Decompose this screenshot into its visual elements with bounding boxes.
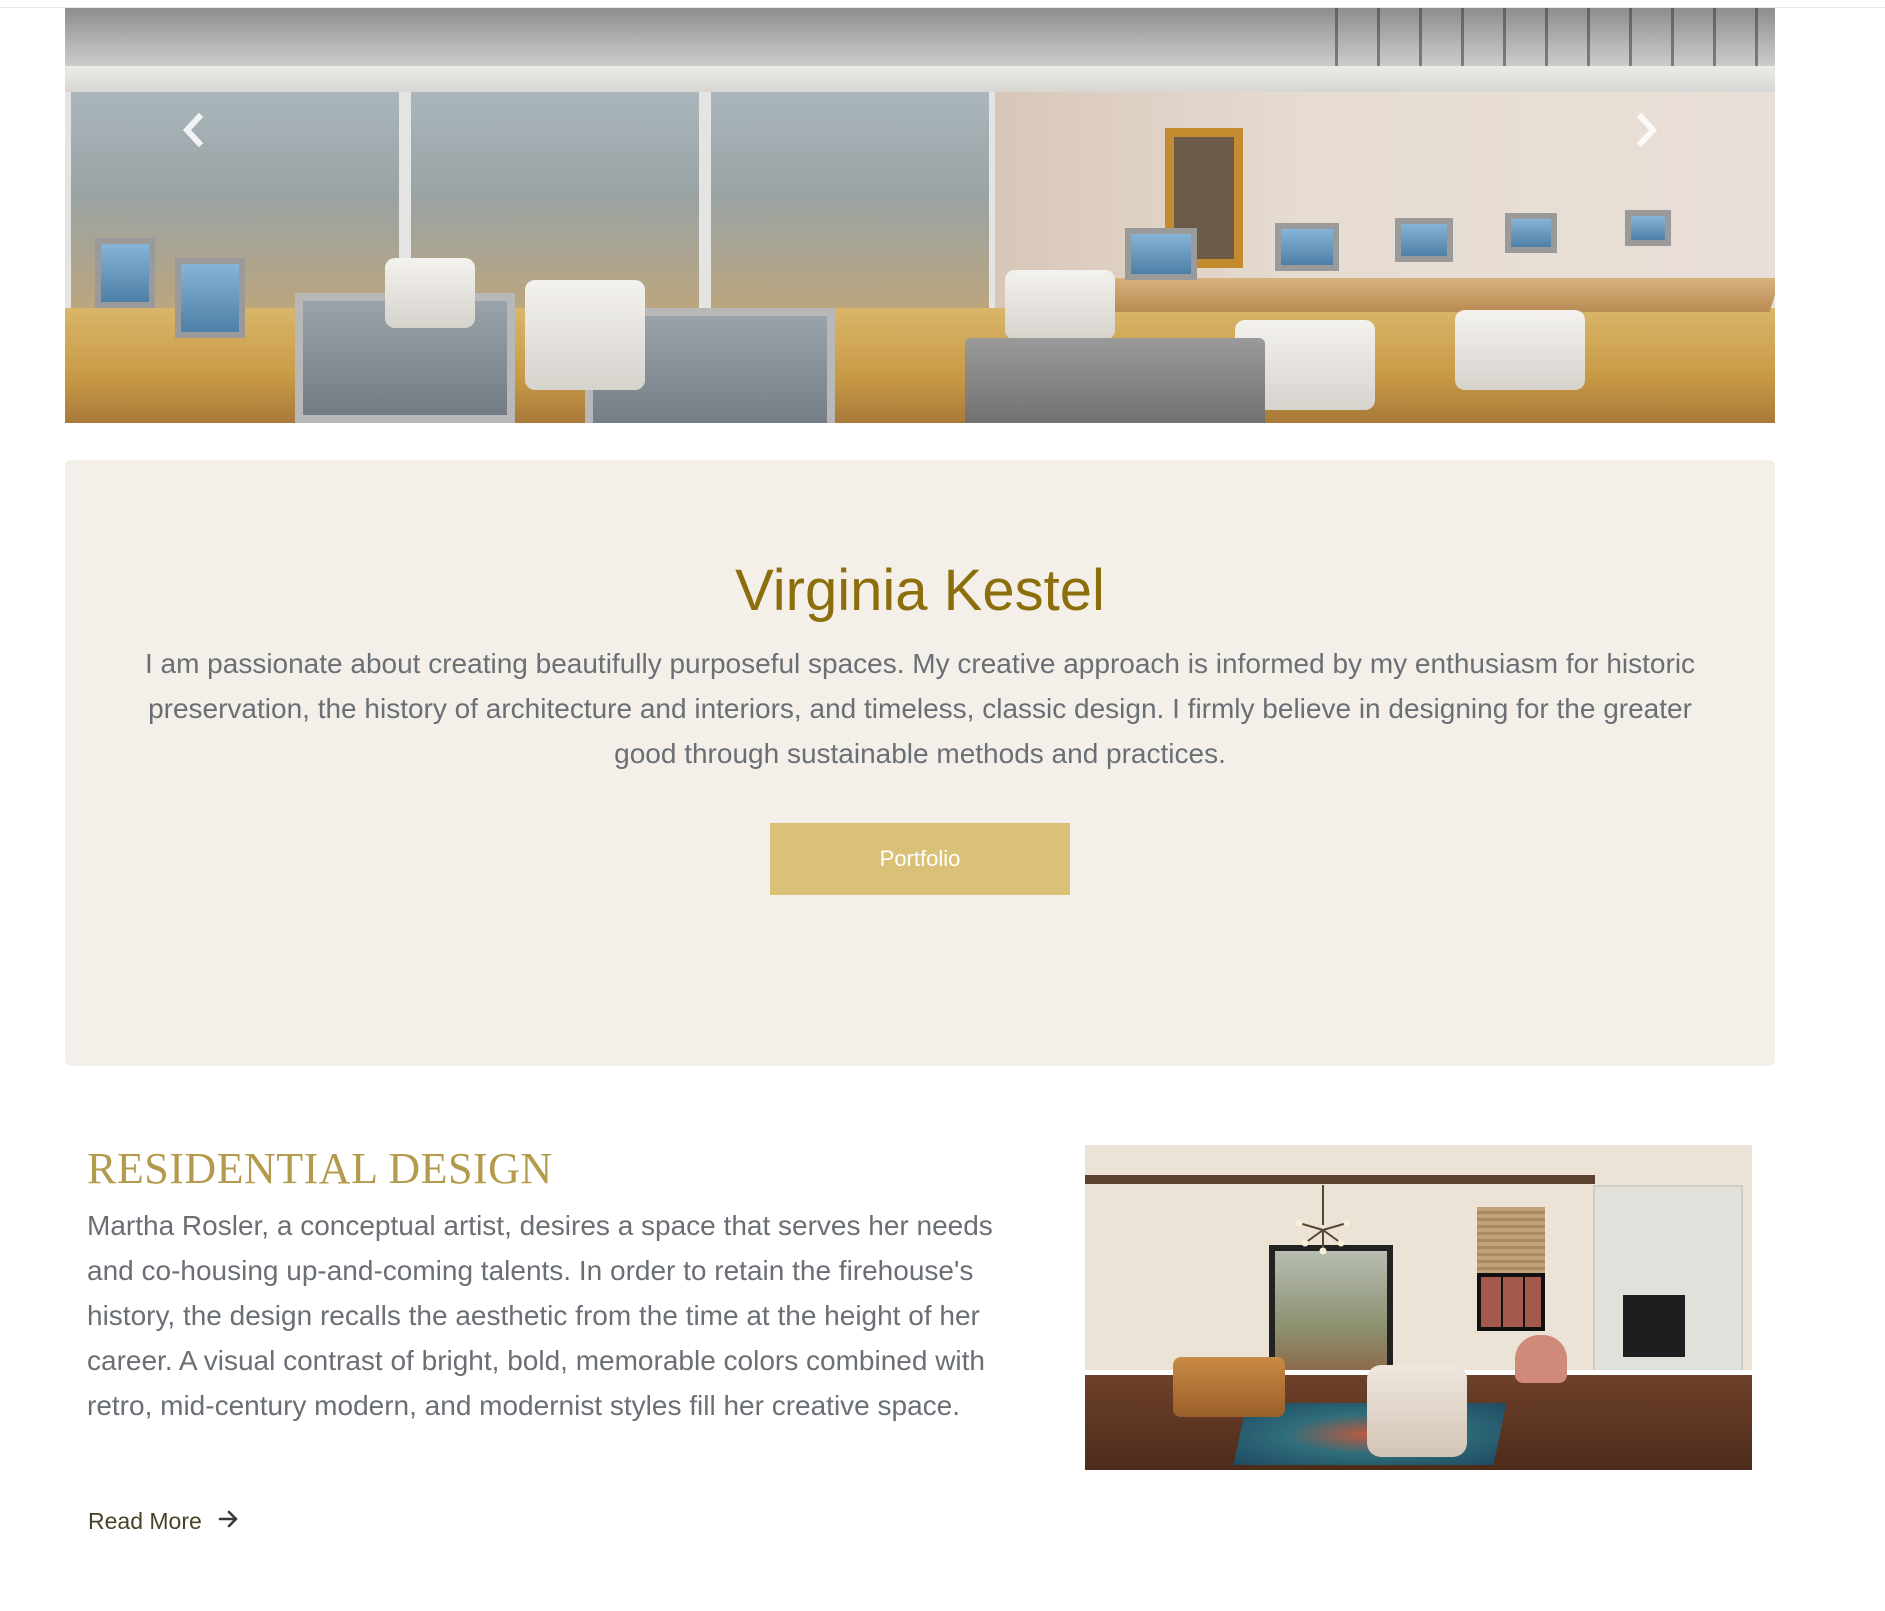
arrow-right-icon xyxy=(218,1508,240,1535)
carousel-next-button[interactable] xyxy=(1630,113,1664,147)
chevron-right-icon xyxy=(1633,113,1661,147)
residential-design-title: RESIDENTIAL DESIGN xyxy=(87,1144,553,1193)
residential-design-image xyxy=(1085,1145,1752,1470)
hero-carousel xyxy=(65,8,1775,423)
residential-design-description: Martha Rosler, a conceptual artist, desi… xyxy=(87,1210,993,1421)
read-more-label: Read More xyxy=(88,1508,202,1534)
about-title: Virginia Kestel xyxy=(735,558,1105,623)
chevron-left-icon xyxy=(179,113,207,147)
carousel-prev-button[interactable] xyxy=(176,113,210,147)
read-more-link[interactable]: Read More xyxy=(88,1508,240,1535)
hero-image xyxy=(65,8,1775,423)
portfolio-button[interactable]: Portfolio xyxy=(770,823,1070,895)
about-description: I am passionate about creating beautiful… xyxy=(144,648,1696,769)
